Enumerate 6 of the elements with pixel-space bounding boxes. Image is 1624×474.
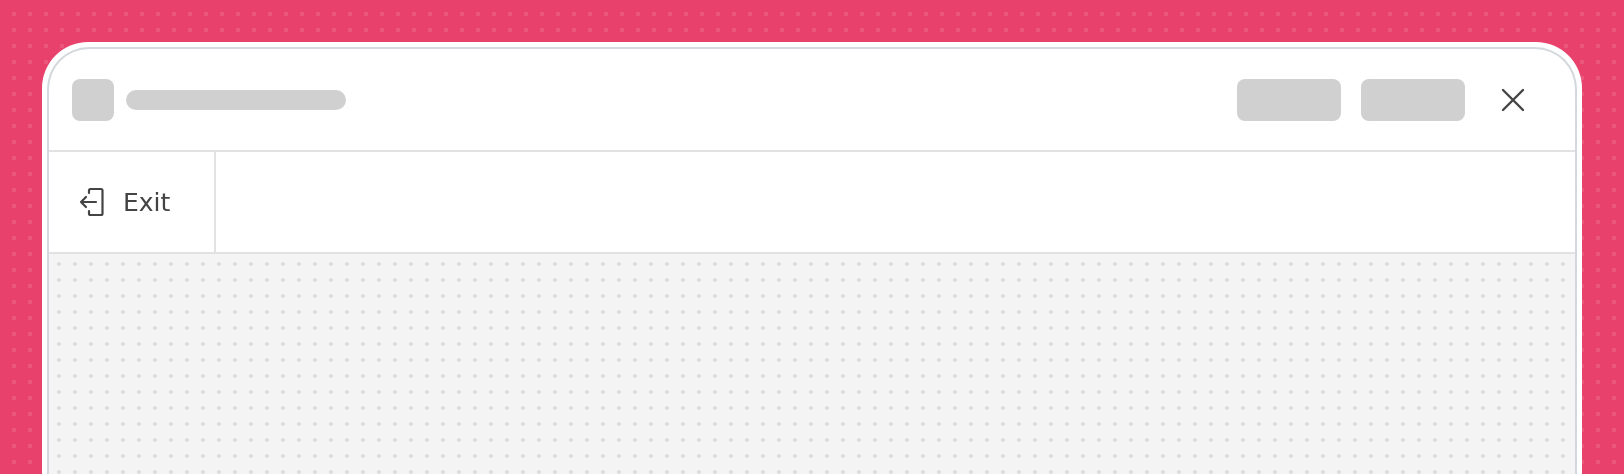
exit-icon xyxy=(79,187,105,217)
placeholder-square xyxy=(72,78,114,121)
placeholder-button[interactable] xyxy=(1237,78,1341,121)
close-button[interactable] xyxy=(1501,87,1525,112)
close-icon xyxy=(1501,87,1525,112)
placeholder-button[interactable] xyxy=(1361,78,1465,121)
